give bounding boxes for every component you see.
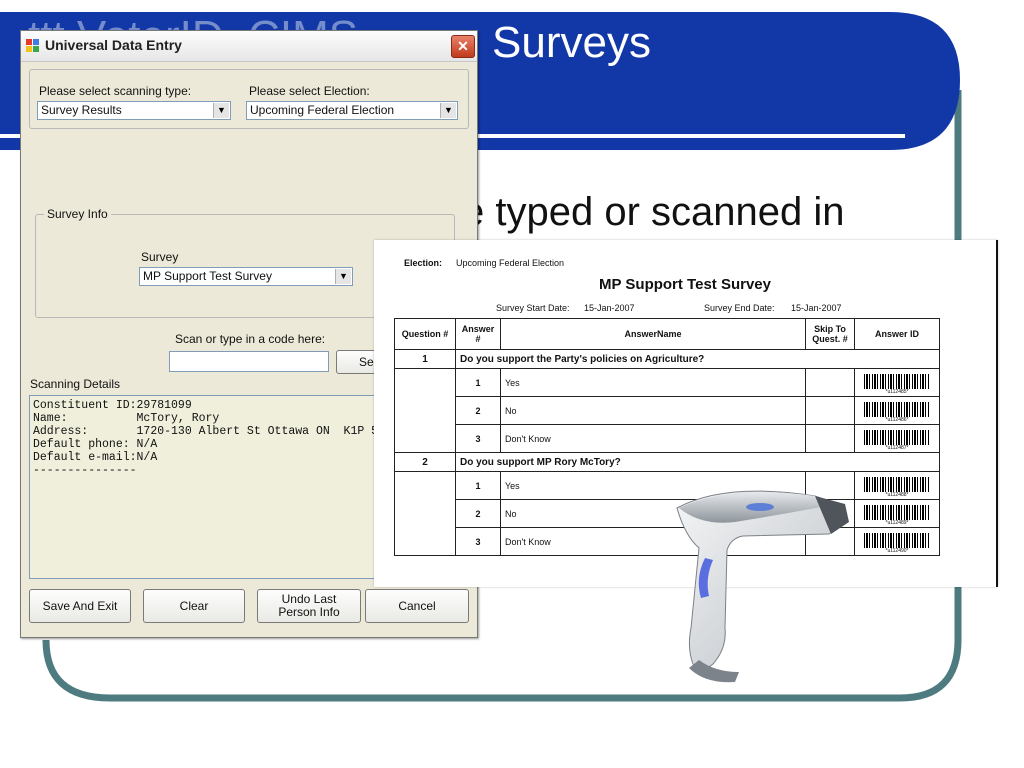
skip-cell [805,424,855,453]
survey-end-value: 15-Jan-2007 [791,303,842,313]
election-select[interactable]: Upcoming Federal Election ▼ [246,101,458,120]
skip-cell [805,368,855,397]
survey-value: MP Support Test Survey [143,269,272,283]
barcode-scanner-icon [676,490,849,683]
barcode-icon [864,533,930,548]
question-row: 1 Do you support the Party's policies on… [394,349,940,369]
dropdown-arrow-icon[interactable]: ▼ [335,269,351,284]
survey-start-label: Survey Start Date: [496,303,570,313]
barcode-icon [864,477,930,492]
question-number: 2 [394,452,456,472]
selection-panel [29,69,469,129]
answer-id-cell: *u112490* [854,527,940,556]
answer-number: 2 [455,499,501,528]
question-row: 2 Do you support MP Rory McTory? [394,452,940,472]
skip-cell [805,396,855,425]
slide-title: Surveys [492,18,651,67]
barcode-icon [864,505,930,520]
slide-bullet-text: e typed or scanned in [462,190,845,234]
barcode-text: *u112487* [885,445,909,451]
barcode-text: *u112490* [885,548,909,554]
window-title: Universal Data Entry [45,37,182,53]
app-window-icon [26,39,39,52]
election-label: Please select Election: [249,84,370,98]
cancel-button[interactable]: Cancel [365,589,469,623]
sheet-election-label: Election: [404,258,443,268]
answer-row: 2 No *u112486* [395,396,940,425]
col-answer: Answer # [455,318,501,350]
clear-button[interactable]: Clear [143,589,245,623]
answer-name: Yes [500,368,806,397]
answer-name: Don't Know [500,424,806,453]
undo-button-line-2: Person Info [278,605,340,619]
barcode-text: *u112488* [885,492,909,498]
scan-type-value: Survey Results [41,103,122,117]
scan-code-input[interactable] [169,351,329,372]
answer-row: 3 Don't Know *u112487* [395,424,940,453]
scan-type-label: Please select scanning type: [39,84,192,98]
answer-id-cell: *u112488* [854,471,940,500]
barcode-text: *u112486* [885,417,909,423]
survey-select[interactable]: MP Support Test Survey ▼ [139,267,353,286]
survey-start-value: 15-Jan-2007 [584,303,635,313]
blank-cell [394,368,456,453]
dropdown-arrow-icon[interactable]: ▼ [213,103,229,118]
answer-number: 3 [455,527,501,556]
answer-id-cell: *u112486* [854,396,940,425]
window-titlebar[interactable]: Universal Data Entry ✕ [21,31,477,62]
sheet-election-value: Upcoming Federal Election [456,258,565,268]
close-icon[interactable]: ✕ [451,35,475,58]
save-and-exit-button[interactable]: Save And Exit [29,589,131,623]
survey-info-legend: Survey Info [44,207,111,221]
survey-label: Survey [141,250,179,264]
answer-name: No [500,396,806,425]
barcode-icon [864,430,930,445]
barcode-text: *u112485* [885,389,909,395]
question-text: Do you support MP Rory McTory? [455,452,940,472]
table-header-row: Question # Answer # AnswerName Skip To Q… [394,318,940,350]
col-skip: Skip To Quest. # [805,318,855,350]
answer-number: 3 [455,424,501,453]
question-text: Do you support the Party's policies on A… [455,349,940,369]
election-value: Upcoming Federal Election [250,103,395,117]
barcode-text: *u112489* [885,520,909,526]
scan-code-label: Scan or type in a code here: [175,332,326,346]
barcode-icon [864,374,930,389]
survey-end-label: Survey End Date: [704,303,775,313]
scan-type-select[interactable]: Survey Results ▼ [37,101,231,120]
barcode-icon [864,402,930,417]
answer-number: 1 [455,471,501,500]
col-answer-id: Answer ID [854,318,940,350]
dropdown-arrow-icon[interactable]: ▼ [440,103,456,118]
answer-row: 1 Yes *u112485* [394,368,940,453]
answer-id-cell: *u112487* [854,424,940,453]
answer-id-cell: *u112489* [854,499,940,528]
answer-id-cell: *u112485* [854,368,940,397]
sheet-title: MP Support Test Survey [599,276,771,293]
col-answer-name: AnswerName [500,318,806,350]
col-question: Question # [394,318,456,350]
answer-number: 1 [455,368,501,397]
scanning-details-label: Scanning Details [30,377,121,391]
undo-last-person-info-button[interactable]: Undo Last Person Info [257,589,361,623]
answer-number: 2 [455,396,501,425]
blank-cell [394,471,456,556]
question-number: 1 [394,349,456,369]
